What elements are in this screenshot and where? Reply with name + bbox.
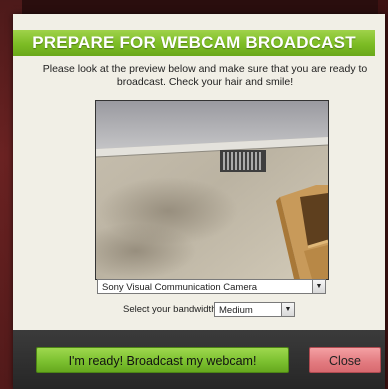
- dialog-footer: I'm ready! Broadcast my webcam! Close: [13, 330, 385, 389]
- webcam-broadcast-dialog: PREPARE FOR WEBCAM BROADCAST Please look…: [13, 14, 385, 389]
- instructions-line-1: Please look at the preview below and mak…: [42, 63, 368, 75]
- close-button[interactable]: Close: [309, 347, 381, 373]
- webcam-preview-image: [96, 101, 328, 279]
- camera-select-value: Sony Visual Communication Camera: [102, 282, 258, 293]
- broadcast-webcam-button[interactable]: I'm ready! Broadcast my webcam!: [36, 347, 289, 373]
- bandwidth-label: Select your bandwidth: [123, 304, 217, 315]
- instructions-line-2: broadcast. Check your hair and smile!: [116, 76, 294, 88]
- chevron-down-icon[interactable]: ▼: [281, 303, 294, 316]
- bandwidth-select[interactable]: Medium ▼: [214, 302, 295, 317]
- dialog-title: PREPARE FOR WEBCAM BROADCAST: [13, 30, 375, 56]
- camera-select[interactable]: Sony Visual Communication Camera ▼: [97, 279, 326, 294]
- webcam-preview: [95, 100, 329, 280]
- dialog-instructions: Please look at the preview below and mak…: [37, 63, 373, 89]
- chevron-down-icon[interactable]: ▼: [312, 280, 325, 293]
